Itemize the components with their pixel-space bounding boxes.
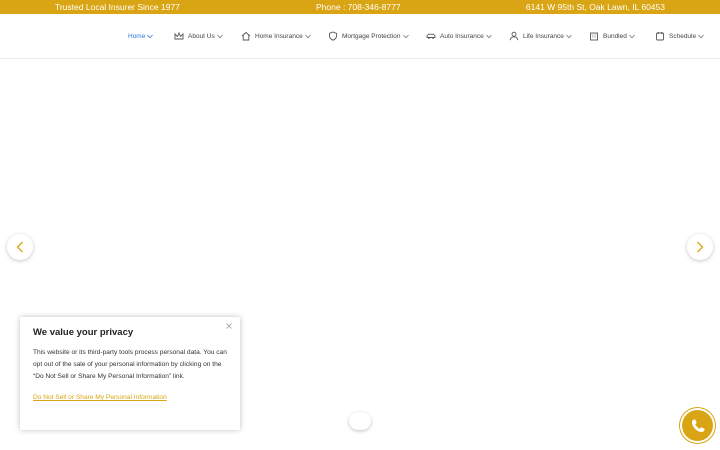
building-icon	[589, 31, 599, 41]
call-now-button[interactable]	[682, 410, 713, 441]
chevron-down-icon	[304, 34, 311, 39]
car-icon	[426, 31, 436, 41]
nav-item-bundled[interactable]: Bundled	[589, 29, 635, 43]
shield-icon	[328, 31, 338, 41]
nav-item-home[interactable]: Home	[128, 29, 154, 43]
nav-item-life-insurance[interactable]: Life Insurance	[509, 29, 572, 43]
phone-icon	[690, 418, 706, 434]
phone-number[interactable]: Phone : 708-346-8777	[316, 2, 401, 12]
address: 6141 W 95th St, Oak Lawn, IL 60453	[525, 2, 665, 12]
nav-item-auto-insurance[interactable]: Auto Insurance	[426, 29, 492, 43]
nav-item-schedule[interactable]: Schedule	[655, 29, 704, 43]
nav-item-about-us[interactable]: About Us	[174, 29, 223, 43]
chevron-down-icon	[698, 34, 704, 39]
main-navigation: Home About Us Home Insurance Mortgage Pr…	[0, 14, 720, 59]
nav-item-home-insurance[interactable]: Home Insurance	[241, 29, 311, 43]
tagline: Trusted Local Insurer Since 1977	[55, 2, 180, 12]
chevron-down-icon	[566, 34, 572, 39]
person-icon	[509, 31, 519, 41]
slider-pagination-dot[interactable]	[349, 412, 371, 430]
nav-item-mortgage-protection[interactable]: Mortgage Protection	[328, 29, 409, 43]
privacy-body-text: This website or its third-party tools pr…	[33, 349, 227, 380]
nav-item-label: Home	[128, 32, 146, 40]
chevron-down-icon	[402, 34, 409, 39]
crown-icon	[174, 31, 184, 41]
close-icon[interactable]	[225, 322, 233, 330]
house-icon	[241, 31, 251, 41]
nav-item-label: Life Insurance	[523, 32, 564, 40]
nav-item-label: About Us	[188, 32, 215, 40]
nav-item-label: Schedule	[669, 32, 697, 40]
slider-prev-button[interactable]	[7, 234, 33, 260]
chevron-down-icon	[629, 34, 635, 39]
chevron-down-icon	[147, 34, 154, 39]
chevron-right-icon	[695, 241, 705, 253]
nav-item-label: Mortgage Protection	[342, 32, 401, 40]
calendar-icon	[655, 31, 665, 41]
nav-item-label: Home Insurance	[255, 32, 303, 40]
chevron-left-icon	[15, 241, 25, 253]
privacy-title: We value your privacy	[33, 327, 134, 338]
chevron-down-icon	[485, 34, 492, 39]
nav-item-label: Bundled	[603, 32, 627, 40]
top-info-bar: Trusted Local Insurer Since 1977 Phone :…	[0, 0, 720, 14]
nav-item-label: Auto Insurance	[440, 32, 484, 40]
do-not-sell-link[interactable]: Do Not Sell or Share My Personal Informa…	[33, 394, 227, 401]
slider-next-button[interactable]	[687, 234, 713, 260]
chevron-down-icon	[216, 34, 223, 39]
privacy-consent-banner: We value your privacy This website or it…	[20, 317, 240, 430]
